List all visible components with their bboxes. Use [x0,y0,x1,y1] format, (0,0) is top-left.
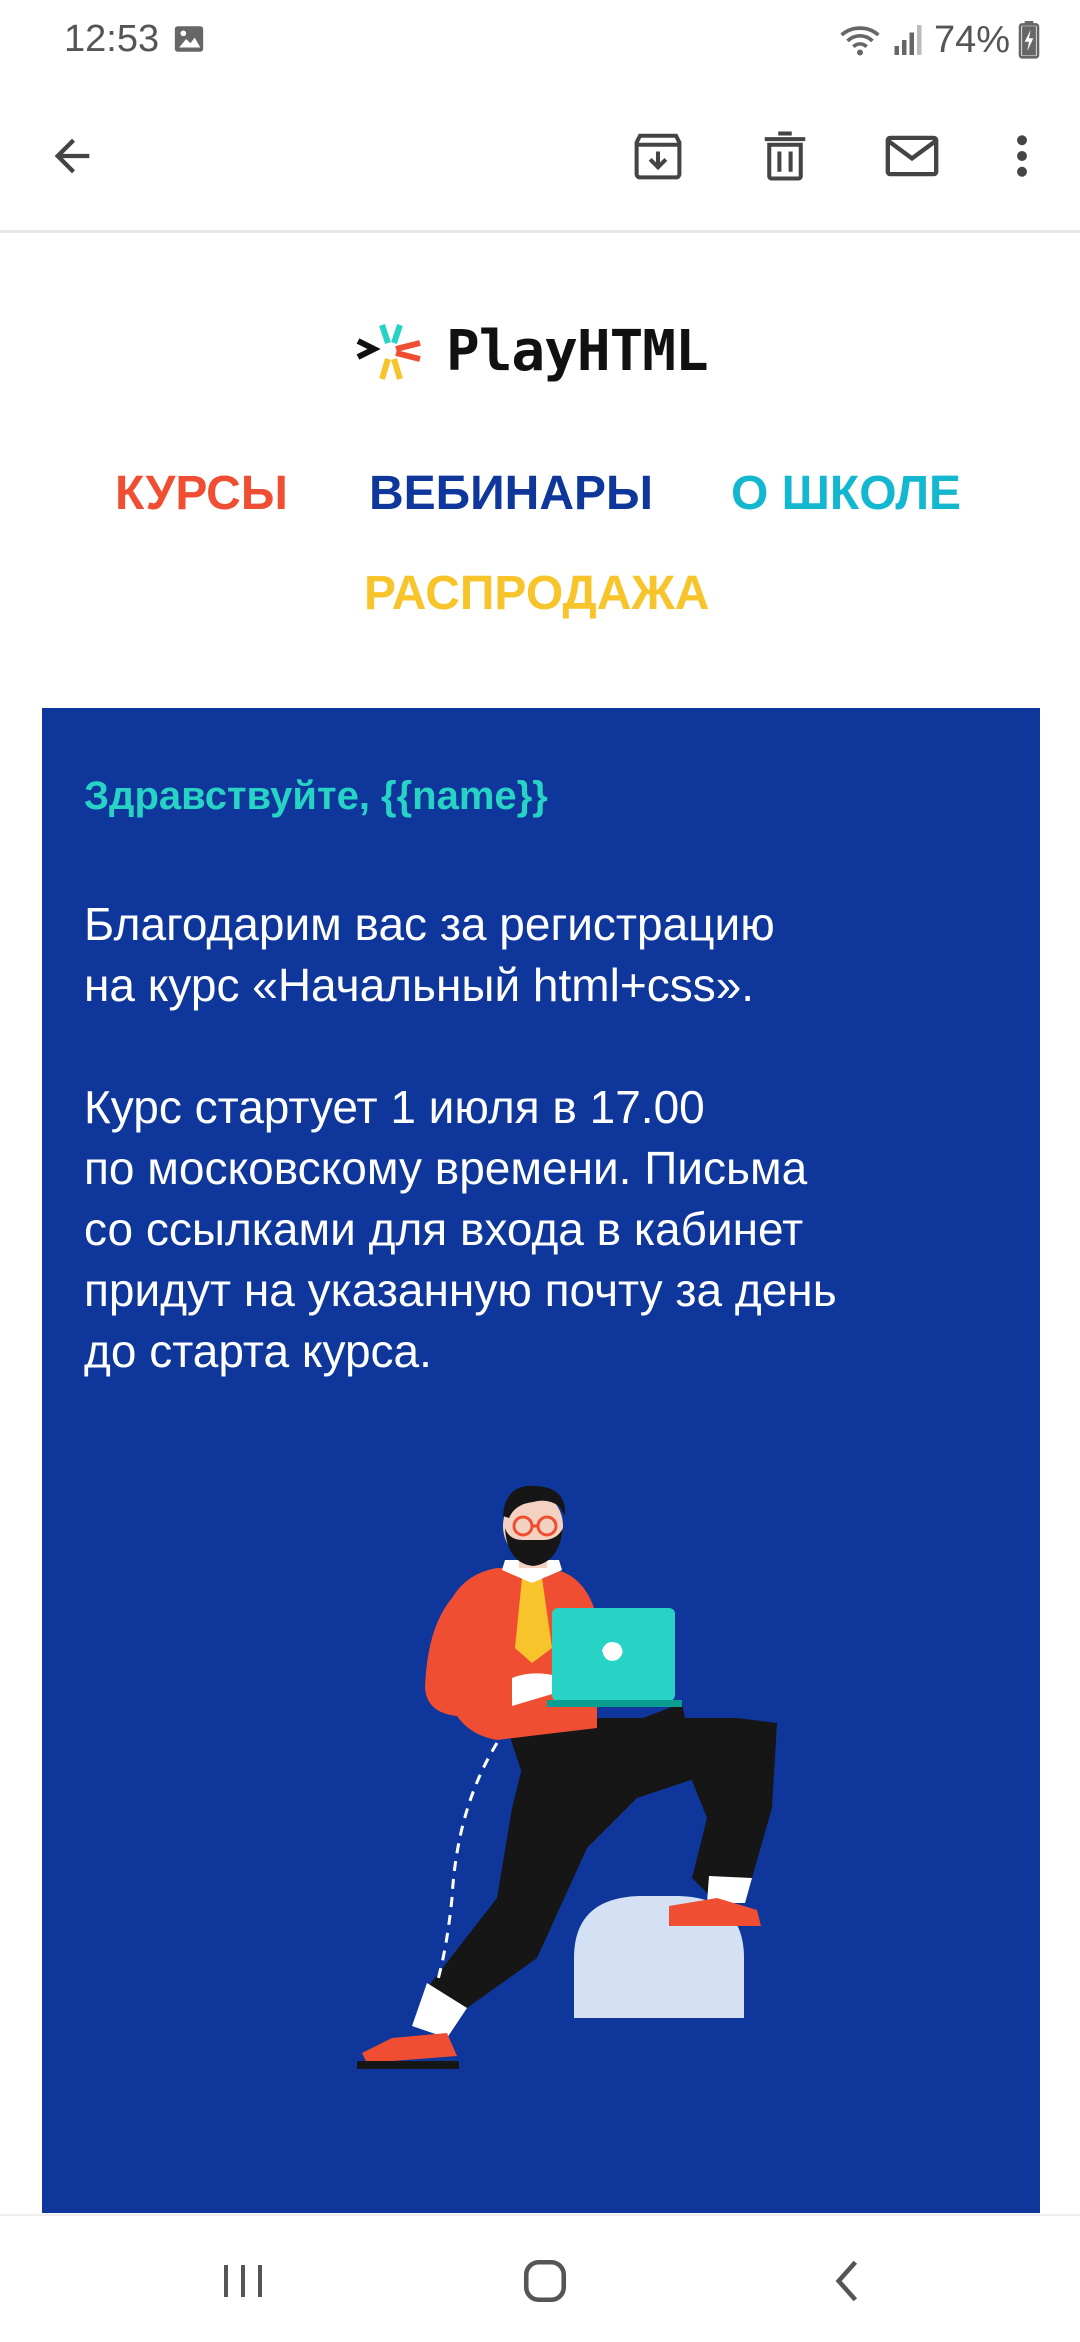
back-button[interactable] [36,120,108,192]
recents-button[interactable] [208,2246,278,2316]
battery-percent: 74% [933,18,1010,61]
logo[interactable]: PlayHTML [354,316,709,386]
status-bar: 12:53 74% [0,0,1080,80]
logo-icon [356,324,421,380]
mark-unread-button[interactable] [876,120,948,192]
more-options-button[interactable] [986,120,1058,192]
status-time: 12:53 [64,18,160,60]
nav-webinars-link[interactable]: ВЕБИНАРЫ [369,466,653,521]
home-icon [523,2259,567,2303]
nav-sale-link[interactable]: РАСПРОДАЖА [364,566,709,621]
course-line-3: со ссылками для входа в кабинет [84,1203,804,1255]
home-button[interactable] [510,2246,580,2316]
back-icon [835,2260,858,2302]
recents-icon [224,2265,262,2297]
logo-text: PlayHTML [446,318,709,384]
course-line-5: до старта курса. [84,1325,432,1377]
back-arrow-icon [54,138,90,174]
course-start-paragraph: Курс стартует 1 июля в 17.00 по московск… [84,1077,984,1382]
greeting: Здравствуйте, {{name}} [84,774,548,818]
archive-button[interactable] [622,120,694,192]
status-right: 74% [838,18,1040,62]
nav-about-link[interactable]: О ШКОЛЕ [731,466,961,521]
thanks-line-1: Благодарим вас за регистрацию [84,898,775,950]
battery-charging-icon [1018,21,1040,59]
course-line-1: Курс стартует 1 июля в 17.00 [84,1081,705,1133]
signal-icon [894,25,922,55]
nav-courses-link[interactable]: КУРСЫ [115,466,288,521]
man-with-laptop-illustration [357,1485,777,2069]
delete-button[interactable] [749,120,821,192]
archive-icon [634,133,682,180]
thanks-paragraph: Благодарим вас за регистрацию на курс «Н… [84,894,984,1016]
email-card: Здравствуйте, {{name}} Благодарим вас за… [42,708,1040,2213]
app-bar [0,80,1080,233]
system-navigation-bar [0,2214,1080,2342]
thanks-line-2: на курс «Начальный html+css». [84,959,755,1011]
course-line-2: по московскому времени. Письма [84,1142,808,1194]
delete-icon [764,131,806,181]
mark-unread-icon [885,135,939,177]
system-back-button[interactable] [812,2246,882,2316]
image-icon [174,26,204,52]
course-line-4: придут на указанную почту за день [84,1264,837,1316]
wifi-icon [840,26,880,56]
more-vert-icon [1017,135,1027,177]
